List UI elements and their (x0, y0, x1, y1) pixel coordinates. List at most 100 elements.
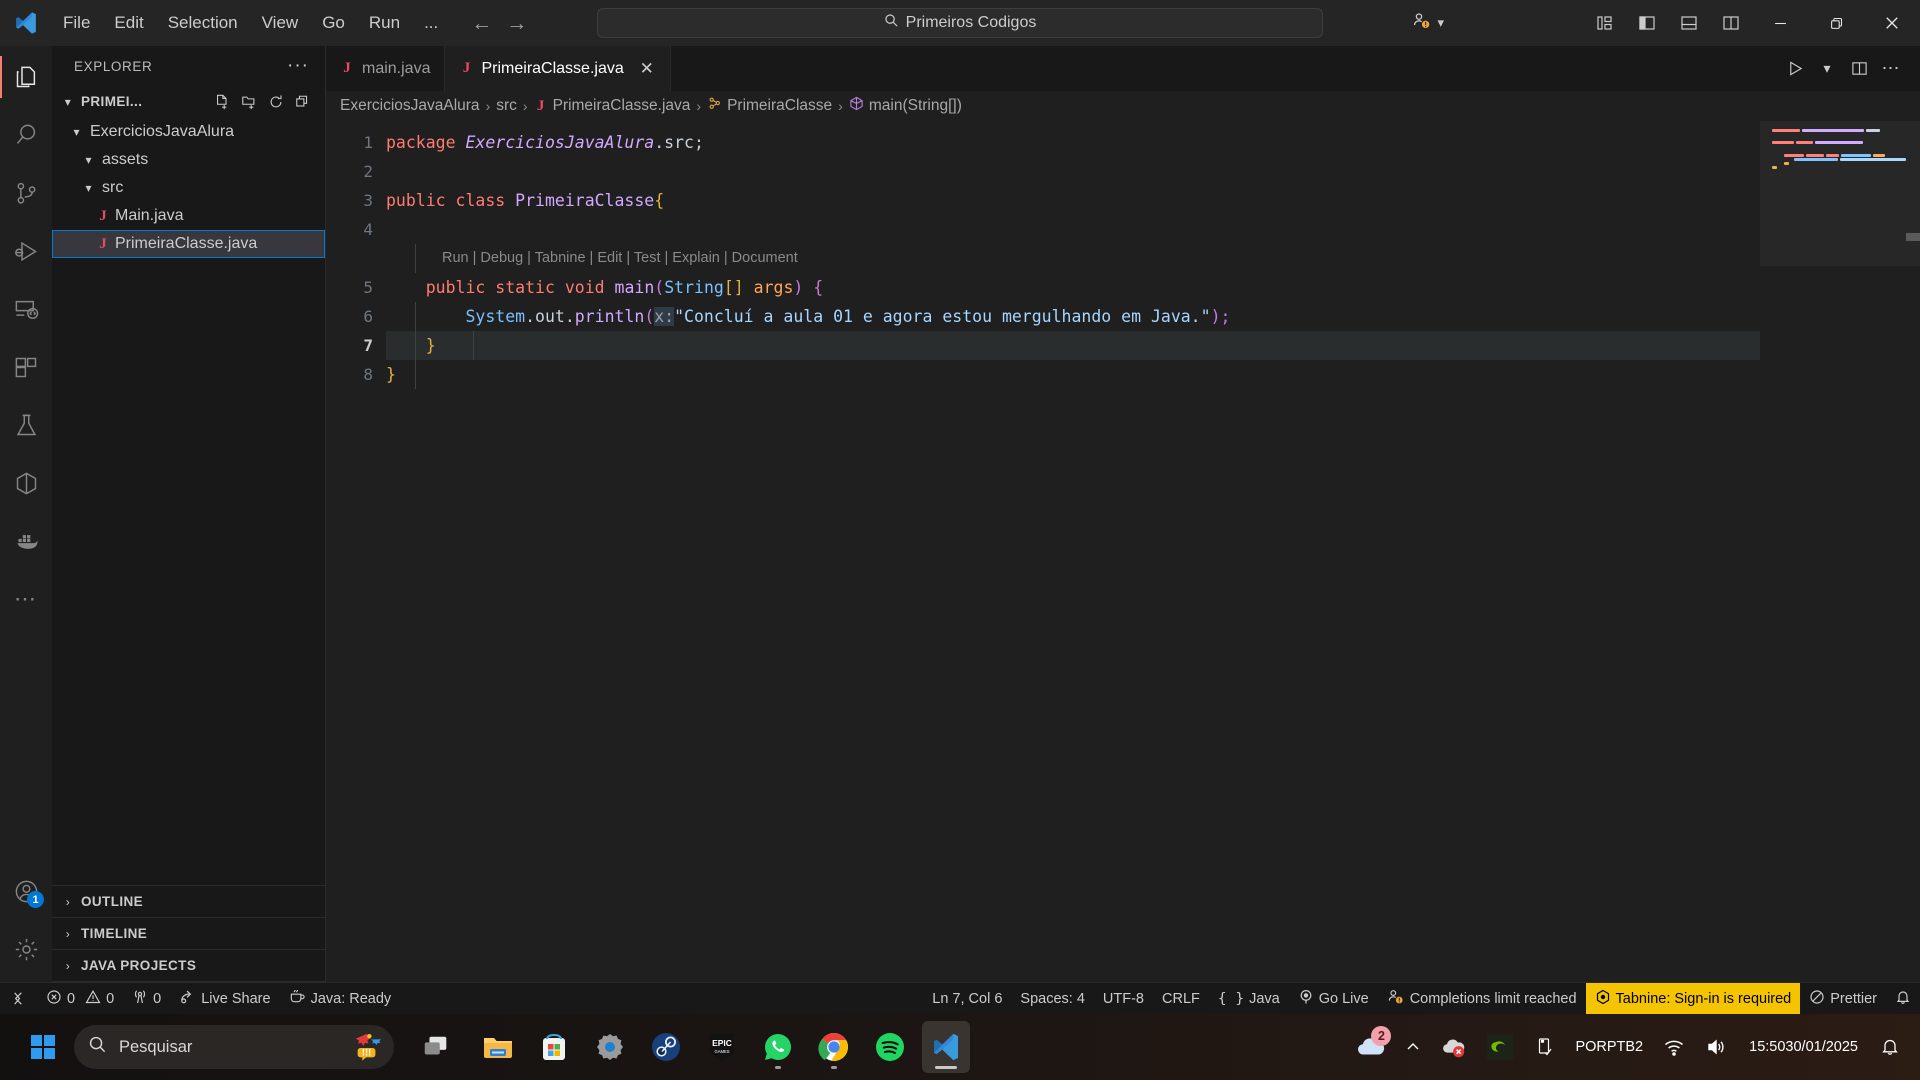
quick-input-box[interactable]: Primeiros Codigos (597, 8, 1323, 38)
status-prettier[interactable]: Prettier (1800, 983, 1886, 1015)
tray-onedrive-error-icon[interactable] (1433, 1028, 1475, 1066)
tab-main-java[interactable]: J main.java (326, 46, 446, 91)
taskbar-app-spotify[interactable] (866, 1021, 914, 1073)
status-ports[interactable]: 0 (123, 983, 170, 1015)
activity-source-control[interactable] (0, 164, 52, 222)
activity-search[interactable] (0, 106, 52, 164)
toggle-secondary-sidebar-button[interactable] (1710, 0, 1752, 46)
restore-button[interactable] (1808, 0, 1864, 46)
breadcrumb-item-file[interactable]: J PrimeiraClasse.java (534, 97, 691, 115)
tray-clock[interactable]: 15:50 30/01/2025 (1739, 1038, 1868, 1057)
minimap[interactable] (1760, 121, 1920, 982)
section-outline[interactable]: › OUTLINE (52, 886, 325, 918)
status-indentation[interactable]: Spaces: 4 (1011, 983, 1094, 1015)
activity-additional-views[interactable]: ⋯ (0, 570, 52, 628)
status-language-mode[interactable]: { } Java (1209, 983, 1289, 1015)
status-cursor-position[interactable]: Ln 7, Col 6 (923, 983, 1011, 1015)
toggle-panel-button[interactable] (1668, 0, 1710, 46)
status-eol[interactable]: CRLF (1153, 983, 1209, 1015)
toggle-primary-sidebar-button[interactable] (1626, 0, 1668, 46)
code-content[interactable]: package ExerciciosJavaAlura.src; public … (386, 121, 1760, 982)
system-tray[interactable]: 2 POR PTB2 15:50 30/01/2025 (1347, 1026, 1920, 1068)
tray-onedrive-icon[interactable]: 2 (1347, 1026, 1393, 1068)
status-go-live[interactable]: Go Live (1289, 983, 1378, 1015)
folder-actions[interactable] (209, 89, 325, 114)
menu-view[interactable]: View (251, 9, 310, 37)
breadcrumb[interactable]: ExerciciosJavaAlura › src › J PrimeiraCl… (326, 91, 1920, 121)
tray-volume-icon[interactable] (1697, 1030, 1735, 1064)
menu-run[interactable]: Run (358, 9, 411, 37)
tree-item-src[interactable]: ▾ src (52, 174, 325, 202)
taskbar-app-microsoft-store[interactable] (530, 1021, 578, 1073)
collapse-folders-icon[interactable] (290, 89, 315, 114)
refresh-explorer-icon[interactable] (263, 89, 288, 114)
folder-section-header[interactable]: ▾ PRIMEI... (52, 86, 325, 117)
tree-item-main-java[interactable]: J Main.java (52, 202, 325, 230)
menu-selection[interactable]: Selection (157, 9, 249, 37)
activity-extensions[interactable] (0, 338, 52, 396)
activity-explorer[interactable] (0, 48, 52, 106)
editor-scrollbar[interactable] (1906, 233, 1920, 241)
taskbar-app-file-explorer[interactable] (474, 1021, 522, 1073)
menu-edit[interactable]: Edit (103, 9, 154, 37)
code-lens[interactable]: Run | Debug | Tabnine | Edit | Test | Ex… (386, 244, 1760, 273)
tray-show-hidden-icons[interactable] (1397, 1033, 1429, 1061)
close-button[interactable] (1864, 0, 1920, 46)
section-java-projects[interactable]: › JAVA PROJECTS (52, 950, 325, 982)
activity-remote-explorer[interactable] (0, 280, 52, 338)
editor-tabs[interactable]: J main.java J PrimeiraClasse.java ✕ (326, 46, 671, 91)
new-file-icon[interactable] (209, 89, 234, 114)
go-back-icon[interactable]: ← (471, 13, 492, 34)
status-tabnine-signin[interactable]: Tabnine: Sign-in is required (1585, 982, 1801, 1015)
windows-start-icon[interactable] (22, 1026, 64, 1068)
activity-testing[interactable] (0, 396, 52, 454)
taskbar-apps[interactable]: EPIC GAMES (474, 1021, 970, 1073)
menu-file[interactable]: File (52, 9, 101, 37)
tray-usb-eject-icon[interactable] (1525, 1030, 1563, 1064)
taskbar-app-steam[interactable] (642, 1021, 690, 1073)
tray-language-indicator[interactable]: POR PTB2 (1567, 1033, 1651, 1062)
taskbar-app-settings[interactable] (586, 1021, 634, 1073)
run-dropdown-chevron-icon[interactable]: ▾ (1812, 46, 1842, 91)
taskbar-search-box[interactable]: Pesquisar !!! (74, 1025, 394, 1069)
customize-layout-button[interactable] (1584, 0, 1626, 46)
minimap-slider[interactable] (1760, 121, 1920, 266)
breadcrumb-item-folder[interactable]: ExerciciosJavaAlura (340, 97, 480, 115)
minimize-button[interactable] (1752, 0, 1808, 46)
section-timeline[interactable]: › TIMELINE (52, 918, 325, 950)
status-problems[interactable]: 0 0 (37, 983, 123, 1015)
new-folder-icon[interactable] (236, 89, 261, 114)
tree-item-exerciciosjavaalura[interactable]: ▾ ExerciciosJavaAlura (52, 118, 325, 146)
window-controls[interactable] (1752, 0, 1920, 46)
tray-notifications-icon[interactable] (1872, 1031, 1908, 1063)
taskbar-app-epic-games[interactable]: EPIC GAMES (698, 1021, 746, 1073)
tab-primeiraclasse-java[interactable]: J PrimeiraClasse.java ✕ (445, 46, 671, 91)
status-live-share[interactable]: Live Share (170, 983, 279, 1015)
status-encoding[interactable]: UTF-8 (1094, 983, 1153, 1015)
tray-nvidia-icon[interactable] (1479, 1028, 1521, 1066)
tray-wifi-icon[interactable] (1655, 1030, 1693, 1064)
activity-containers[interactable] (0, 454, 52, 512)
taskbar-app-visual-studio-code[interactable] (922, 1021, 970, 1073)
menu-bar[interactable]: File Edit Selection View Go Run ... (52, 9, 449, 37)
run-button[interactable] (1780, 46, 1810, 91)
taskbar-task-view-icon[interactable] (412, 1021, 460, 1073)
breadcrumb-item-src[interactable]: src (496, 97, 517, 115)
tree-item-primeiraclasse-java[interactable]: J PrimeiraClasse.java (52, 230, 325, 258)
layout-controls[interactable] (1584, 0, 1752, 46)
more-editor-actions-button[interactable]: ⋯ (1876, 46, 1906, 91)
taskbar-app-google-chrome[interactable] (810, 1021, 858, 1073)
code-editor[interactable]: 1 2 3 4 5 6 7 8 package ExerciciosJavaAl… (326, 121, 1920, 982)
menu-go[interactable]: Go (311, 9, 356, 37)
breadcrumb-item-method[interactable]: main(String[]) (849, 96, 962, 116)
activity-docker[interactable] (0, 512, 52, 570)
activity-settings[interactable] (0, 920, 52, 978)
editor-actions[interactable]: ▾ ⋯ (1780, 46, 1920, 91)
status-notifications[interactable] (1886, 983, 1920, 1015)
status-completions-limit[interactable]: Completions limit reached (1378, 983, 1586, 1015)
taskbar-app-whatsapp[interactable] (754, 1021, 802, 1073)
explorer-more-actions-button[interactable]: ··· (281, 55, 315, 77)
tree-item-assets[interactable]: ▾ assets (52, 146, 325, 174)
go-forward-icon[interactable]: → (506, 13, 527, 34)
status-java-ready[interactable]: Java: Ready (280, 983, 401, 1015)
